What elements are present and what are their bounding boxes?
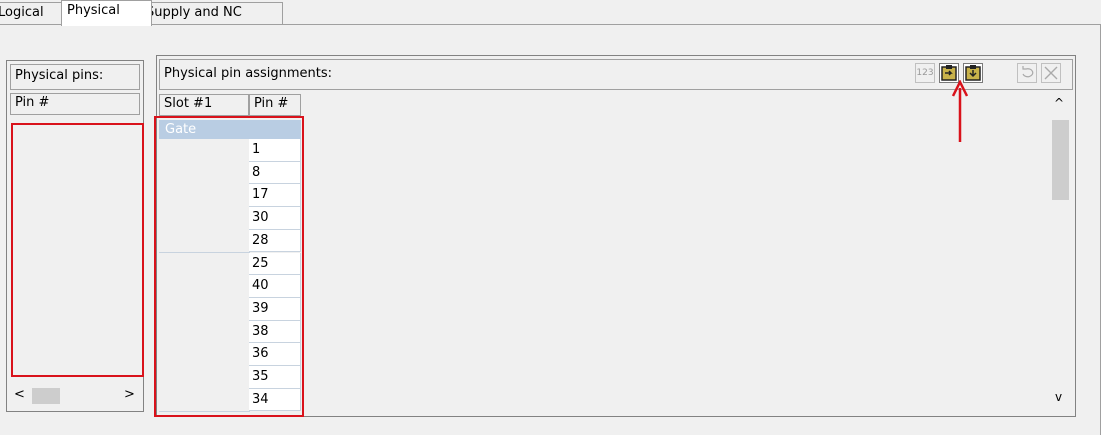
highlight-box-grid [154,116,304,417]
scroll-left-icon[interactable]: < [14,387,25,402]
pin-column-header-right[interactable]: Pin # [249,94,301,116]
delete-icon[interactable] [1041,63,1061,83]
vertical-scrollbar[interactable]: ^ v [1049,94,1071,412]
highlight-box-pins [11,123,144,377]
vertical-scrollbar-thumb[interactable] [1052,120,1069,200]
tab-strip: Logical Physical Supply and NC [0,0,1101,26]
scroll-right-icon[interactable]: > [124,387,135,402]
pin-column-header[interactable]: Pin # [10,93,140,115]
pin-assignments-title: Physical pin assignments: [159,59,1073,90]
slot-column-header[interactable]: Slot #1 [159,94,249,116]
horizontal-scrollbar[interactable]: < > [10,383,140,408]
tab-physical[interactable]: Physical [61,0,152,26]
scroll-up-icon[interactable]: ^ [1054,96,1064,110]
renumber-icon[interactable]: 123 [915,63,935,83]
scrollbar-thumb[interactable] [32,388,60,404]
red-arrow-icon [951,80,969,142]
tab-supply-and-nc[interactable]: Supply and NC [140,2,283,25]
physical-pins-title: Physical pins: [10,64,140,90]
undo-icon[interactable] [1017,63,1037,83]
scroll-down-icon[interactable]: v [1055,390,1062,404]
